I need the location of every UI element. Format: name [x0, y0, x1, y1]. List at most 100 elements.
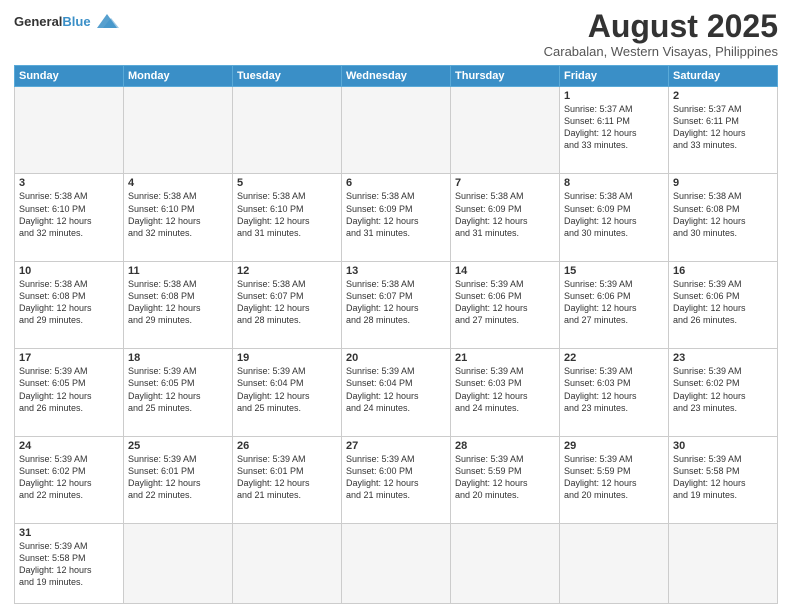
title-block: August 2025 Carabalan, Western Visayas, …: [544, 10, 778, 59]
logo-icon: [93, 10, 121, 32]
calendar-week-row: 3Sunrise: 5:38 AM Sunset: 6:10 PM Daylig…: [15, 174, 778, 261]
calendar-cell: 2Sunrise: 5:37 AM Sunset: 6:11 PM Daylig…: [669, 87, 778, 174]
calendar-cell: 18Sunrise: 5:39 AM Sunset: 6:05 PM Dayli…: [124, 349, 233, 436]
day-number: 25: [128, 440, 228, 452]
calendar-cell: 4Sunrise: 5:38 AM Sunset: 6:10 PM Daylig…: [124, 174, 233, 261]
day-info: Sunrise: 5:38 AM Sunset: 6:07 PM Dayligh…: [346, 278, 446, 327]
calendar-cell: [451, 87, 560, 174]
calendar-week-row: 31Sunrise: 5:39 AM Sunset: 5:58 PM Dayli…: [15, 524, 778, 604]
day-info: Sunrise: 5:38 AM Sunset: 6:09 PM Dayligh…: [346, 190, 446, 239]
day-info: Sunrise: 5:39 AM Sunset: 6:03 PM Dayligh…: [564, 365, 664, 414]
day-info: Sunrise: 5:38 AM Sunset: 6:09 PM Dayligh…: [564, 190, 664, 239]
day-number: 28: [455, 440, 555, 452]
calendar-day-header: Thursday: [451, 66, 560, 87]
day-info: Sunrise: 5:39 AM Sunset: 5:59 PM Dayligh…: [455, 453, 555, 502]
calendar-week-row: 17Sunrise: 5:39 AM Sunset: 6:05 PM Dayli…: [15, 349, 778, 436]
day-number: 31: [19, 527, 119, 539]
day-number: 21: [455, 352, 555, 364]
calendar-table: SundayMondayTuesdayWednesdayThursdayFrid…: [14, 65, 778, 604]
calendar-day-header: Sunday: [15, 66, 124, 87]
calendar-cell: [15, 87, 124, 174]
calendar-cell: 13Sunrise: 5:38 AM Sunset: 6:07 PM Dayli…: [342, 261, 451, 348]
day-info: Sunrise: 5:37 AM Sunset: 6:11 PM Dayligh…: [564, 103, 664, 152]
day-info: Sunrise: 5:39 AM Sunset: 5:58 PM Dayligh…: [673, 453, 773, 502]
day-info: Sunrise: 5:39 AM Sunset: 6:05 PM Dayligh…: [128, 365, 228, 414]
day-number: 27: [346, 440, 446, 452]
day-number: 29: [564, 440, 664, 452]
calendar-header-row: SundayMondayTuesdayWednesdayThursdayFrid…: [15, 66, 778, 87]
day-info: Sunrise: 5:38 AM Sunset: 6:10 PM Dayligh…: [19, 190, 119, 239]
calendar-cell: 7Sunrise: 5:38 AM Sunset: 6:09 PM Daylig…: [451, 174, 560, 261]
calendar-cell: 28Sunrise: 5:39 AM Sunset: 5:59 PM Dayli…: [451, 436, 560, 523]
day-number: 8: [564, 177, 664, 189]
calendar-cell: 17Sunrise: 5:39 AM Sunset: 6:05 PM Dayli…: [15, 349, 124, 436]
day-number: 26: [237, 440, 337, 452]
calendar-day-header: Tuesday: [233, 66, 342, 87]
calendar-cell: 26Sunrise: 5:39 AM Sunset: 6:01 PM Dayli…: [233, 436, 342, 523]
calendar-day-header: Monday: [124, 66, 233, 87]
day-number: 3: [19, 177, 119, 189]
subtitle: Carabalan, Western Visayas, Philippines: [544, 44, 778, 59]
calendar-cell: 5Sunrise: 5:38 AM Sunset: 6:10 PM Daylig…: [233, 174, 342, 261]
calendar-cell: 9Sunrise: 5:38 AM Sunset: 6:08 PM Daylig…: [669, 174, 778, 261]
day-info: Sunrise: 5:39 AM Sunset: 6:04 PM Dayligh…: [346, 365, 446, 414]
day-number: 6: [346, 177, 446, 189]
calendar-cell: 12Sunrise: 5:38 AM Sunset: 6:07 PM Dayli…: [233, 261, 342, 348]
day-number: 14: [455, 265, 555, 277]
day-info: Sunrise: 5:38 AM Sunset: 6:09 PM Dayligh…: [455, 190, 555, 239]
day-info: Sunrise: 5:39 AM Sunset: 6:06 PM Dayligh…: [564, 278, 664, 327]
day-info: Sunrise: 5:39 AM Sunset: 6:02 PM Dayligh…: [19, 453, 119, 502]
day-info: Sunrise: 5:39 AM Sunset: 6:01 PM Dayligh…: [128, 453, 228, 502]
calendar-cell: [669, 524, 778, 604]
calendar-week-row: 10Sunrise: 5:38 AM Sunset: 6:08 PM Dayli…: [15, 261, 778, 348]
day-number: 12: [237, 265, 337, 277]
calendar-cell: 21Sunrise: 5:39 AM Sunset: 6:03 PM Dayli…: [451, 349, 560, 436]
day-info: Sunrise: 5:39 AM Sunset: 6:02 PM Dayligh…: [673, 365, 773, 414]
calendar-week-row: 1Sunrise: 5:37 AM Sunset: 6:11 PM Daylig…: [15, 87, 778, 174]
calendar-cell: 10Sunrise: 5:38 AM Sunset: 6:08 PM Dayli…: [15, 261, 124, 348]
day-info: Sunrise: 5:39 AM Sunset: 6:04 PM Dayligh…: [237, 365, 337, 414]
day-info: Sunrise: 5:38 AM Sunset: 6:08 PM Dayligh…: [19, 278, 119, 327]
calendar-cell: 16Sunrise: 5:39 AM Sunset: 6:06 PM Dayli…: [669, 261, 778, 348]
day-number: 22: [564, 352, 664, 364]
day-number: 15: [564, 265, 664, 277]
day-number: 23: [673, 352, 773, 364]
calendar-cell: 8Sunrise: 5:38 AM Sunset: 6:09 PM Daylig…: [560, 174, 669, 261]
calendar-cell: 14Sunrise: 5:39 AM Sunset: 6:06 PM Dayli…: [451, 261, 560, 348]
day-number: 4: [128, 177, 228, 189]
page: GeneralBlue August 2025 Carabalan, Weste…: [0, 0, 792, 612]
calendar-cell: [342, 87, 451, 174]
day-number: 7: [455, 177, 555, 189]
calendar-day-header: Saturday: [669, 66, 778, 87]
day-number: 20: [346, 352, 446, 364]
day-number: 10: [19, 265, 119, 277]
day-info: Sunrise: 5:39 AM Sunset: 5:59 PM Dayligh…: [564, 453, 664, 502]
calendar-cell: 25Sunrise: 5:39 AM Sunset: 6:01 PM Dayli…: [124, 436, 233, 523]
day-info: Sunrise: 5:39 AM Sunset: 6:06 PM Dayligh…: [455, 278, 555, 327]
day-info: Sunrise: 5:38 AM Sunset: 6:08 PM Dayligh…: [673, 190, 773, 239]
calendar-cell: 15Sunrise: 5:39 AM Sunset: 6:06 PM Dayli…: [560, 261, 669, 348]
day-info: Sunrise: 5:38 AM Sunset: 6:08 PM Dayligh…: [128, 278, 228, 327]
day-number: 2: [673, 90, 773, 102]
calendar-cell: [124, 524, 233, 604]
calendar-cell: [451, 524, 560, 604]
calendar-cell: 1Sunrise: 5:37 AM Sunset: 6:11 PM Daylig…: [560, 87, 669, 174]
day-info: Sunrise: 5:38 AM Sunset: 6:07 PM Dayligh…: [237, 278, 337, 327]
day-number: 9: [673, 177, 773, 189]
calendar-cell: [233, 87, 342, 174]
header: GeneralBlue August 2025 Carabalan, Weste…: [14, 10, 778, 59]
day-info: Sunrise: 5:39 AM Sunset: 6:00 PM Dayligh…: [346, 453, 446, 502]
calendar-cell: [124, 87, 233, 174]
day-info: Sunrise: 5:38 AM Sunset: 6:10 PM Dayligh…: [237, 190, 337, 239]
logo-text: GeneralBlue: [14, 15, 91, 28]
calendar-cell: 6Sunrise: 5:38 AM Sunset: 6:09 PM Daylig…: [342, 174, 451, 261]
day-number: 24: [19, 440, 119, 452]
calendar-cell: [233, 524, 342, 604]
calendar-cell: 19Sunrise: 5:39 AM Sunset: 6:04 PM Dayli…: [233, 349, 342, 436]
calendar-cell: 31Sunrise: 5:39 AM Sunset: 5:58 PM Dayli…: [15, 524, 124, 604]
calendar-cell: [342, 524, 451, 604]
day-number: 30: [673, 440, 773, 452]
day-number: 13: [346, 265, 446, 277]
day-info: Sunrise: 5:39 AM Sunset: 6:01 PM Dayligh…: [237, 453, 337, 502]
calendar-cell: 3Sunrise: 5:38 AM Sunset: 6:10 PM Daylig…: [15, 174, 124, 261]
